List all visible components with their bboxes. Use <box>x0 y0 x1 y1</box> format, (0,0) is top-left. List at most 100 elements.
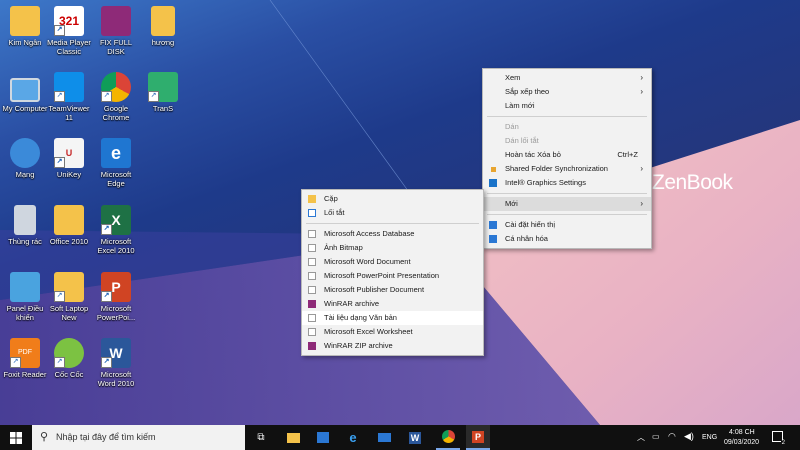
media-player-icon: 321 ↗ <box>54 6 84 36</box>
submenu-item-winrar-zip[interactable]: WinRAR ZIP archive <box>302 339 483 353</box>
taskbar-file-explorer[interactable] <box>282 425 304 450</box>
menu-item-label: Mới <box>505 199 518 208</box>
submenu-item-shortcut[interactable]: Lối tắt <box>302 206 483 220</box>
desktop-icon-label: Mạng <box>15 170 35 179</box>
windows-logo-icon <box>10 431 22 444</box>
menu-item-shared-folder-sync[interactable]: Shared Folder Synchronization › <box>483 162 651 176</box>
edge-icon: e <box>101 138 131 168</box>
desktop-icon-powerpoint[interactable]: P ↗ Microsoft PowerPoi... <box>93 272 139 322</box>
menu-item-label: Xem <box>505 73 521 82</box>
desktop-icon-media-player[interactable]: 321 ↗ Media Player Classic <box>46 6 92 56</box>
start-button[interactable] <box>0 425 32 450</box>
folder-icon <box>151 6 175 36</box>
menu-item-label: Microsoft Access Database <box>324 229 415 238</box>
menu-item-label: Intel® Graphics Settings <box>505 178 586 187</box>
submenu-item-winrar[interactable]: WinRAR archive <box>302 297 483 311</box>
desktop-icon-label: Thùng rác <box>8 237 42 246</box>
desktop-icon-huong[interactable]: hương <box>140 6 186 47</box>
network-icon <box>10 138 40 168</box>
submenu-item-folder[interactable]: Cặp <box>302 192 483 206</box>
desktop-icon-trans[interactable]: ↗ TranS <box>140 72 186 113</box>
winrar-icon <box>308 300 316 308</box>
menu-item-label: Cá nhân hóa <box>505 234 548 243</box>
desktop-icon-label: Microsoft Excel 2010 <box>97 237 135 255</box>
desktop-icon-teamviewer[interactable]: ↗ TeamViewer 11 <box>46 72 92 122</box>
menu-item-personalize[interactable]: Cá nhân hóa <box>483 232 651 246</box>
personalize-icon <box>489 235 497 243</box>
menu-item-label: Làm mới <box>505 101 535 110</box>
taskbar: ⚲ Nhập tại đây để tìm kiếm ⧉ e W P ︿ ▭ ◠… <box>0 425 800 450</box>
taskbar-word[interactable]: W <box>404 425 426 450</box>
desktop-icon-mang[interactable]: Mạng <box>2 138 48 179</box>
desktop-icon-chrome[interactable]: ↗ Google Chrome <box>93 72 139 122</box>
desktop-icon-my-computer[interactable]: My Computer <box>2 72 48 113</box>
desktop-icon-fix-full-disk[interactable]: FIX FULL DISK <box>93 6 139 56</box>
trans-icon: ↗ <box>148 72 178 102</box>
desktop-icon-recycle-bin[interactable]: Thùng rác <box>2 205 48 246</box>
desktop-icon-excel[interactable]: X ↗ Microsoft Excel 2010 <box>93 205 139 255</box>
desktop-icon-office-2010[interactable]: Office 2010 <box>46 205 92 246</box>
desktop-icon-soft-laptop[interactable]: ↗ Soft Laptop New <box>46 272 92 322</box>
menu-item-label: Sắp xếp theo <box>505 87 550 96</box>
publisher-icon <box>308 286 316 294</box>
desktop-icon-word[interactable]: W ↗ Microsoft Word 2010 <box>93 338 139 388</box>
excel-icon: X ↗ <box>101 205 131 235</box>
taskbar-store[interactable] <box>312 425 334 450</box>
sync-icon <box>491 167 496 172</box>
desktop-icon-coccoc[interactable]: ↗ Cốc Cốc <box>46 338 92 379</box>
desktop-icon-label: Kim Ngân <box>8 38 42 47</box>
submenu-item-text-doc[interactable]: Tài liệu dạng Văn bản <box>302 311 483 325</box>
taskbar-chrome[interactable] <box>436 425 460 450</box>
submenu-item-powerpoint-doc[interactable]: Microsoft PowerPoint Presentation <box>302 269 483 283</box>
menu-item-intel-graphics[interactable]: Intel® Graphics Settings <box>483 176 651 190</box>
word-icon: W <box>409 431 421 444</box>
menu-item-undo-delete[interactable]: Hoàn tác Xóa bỏ Ctrl+Z <box>483 148 651 162</box>
chevron-right-icon: › <box>640 199 643 208</box>
clock-time[interactable]: 4:08 CH <box>729 429 755 436</box>
desktop-icon-kim-ngan[interactable]: Kim Ngân <box>2 6 48 47</box>
taskbar-edge[interactable]: e <box>342 425 364 450</box>
desktop-icon-label: TeamViewer 11 <box>48 104 90 122</box>
task-view-button[interactable]: ⧉ <box>250 425 272 450</box>
winrar-zip-icon <box>308 342 316 350</box>
desktop-icon-control-panel[interactable]: Panel Điều khiển <box>2 272 48 322</box>
submenu-item-publisher-doc[interactable]: Microsoft Publisher Document <box>302 283 483 297</box>
desktop-icon-label: Office 2010 <box>49 237 89 246</box>
desktop-icon-unikey[interactable]: U ↗ UniKey <box>46 138 92 179</box>
desktop-icon-label: FIX FULL DISK <box>99 38 133 56</box>
menu-separator <box>306 223 479 224</box>
desktop-icon-label: TranS <box>152 104 174 113</box>
search-box[interactable]: ⚲ Nhập tại đây để tìm kiếm <box>32 425 245 450</box>
menu-item-sort-by[interactable]: Sắp xếp theo › <box>483 85 651 99</box>
network-icon[interactable]: ◠ <box>668 431 676 442</box>
menu-item-label: Microsoft Publisher Document <box>324 285 425 294</box>
control-panel-icon <box>10 272 40 302</box>
volume-icon[interactable]: ◀) <box>684 431 694 442</box>
menu-separator <box>487 214 647 215</box>
taskbar-powerpoint[interactable]: P <box>466 425 490 450</box>
submenu-item-access-db[interactable]: Microsoft Access Database <box>302 227 483 241</box>
menu-item-view[interactable]: Xem › <box>483 71 651 85</box>
menu-item-label: Microsoft Word Document <box>324 257 411 266</box>
unikey-icon: U ↗ <box>54 138 84 168</box>
folder-icon <box>54 205 84 235</box>
menu-item-label: Shared Folder Synchronization <box>505 164 608 173</box>
notification-center-icon[interactable]: 2 <box>772 431 786 446</box>
submenu-item-excel-doc[interactable]: Microsoft Excel Worksheet <box>302 325 483 339</box>
language-indicator[interactable]: ENG <box>702 434 717 441</box>
desktop[interactable]: ZenBook Kim Ngân My Computer Mạng Thùng … <box>0 0 800 425</box>
file-explorer-icon <box>286 432 300 443</box>
desktop-icon-edge[interactable]: e Microsoft Edge <box>93 138 139 188</box>
menu-item-refresh[interactable]: Làm mới <box>483 99 651 113</box>
submenu-item-word-doc[interactable]: Microsoft Word Document <box>302 255 483 269</box>
show-hidden-icons-chevron-up-icon[interactable]: ︿ <box>637 432 645 443</box>
menu-item-new[interactable]: Mới › <box>483 197 651 211</box>
clock-date[interactable]: 09/03/2020 <box>724 439 759 446</box>
menu-item-display-settings[interactable]: Cài đặt hiển thị <box>483 218 651 232</box>
submenu-item-bitmap[interactable]: Ảnh Bitmap <box>302 241 483 255</box>
taskbar-mail[interactable] <box>373 425 395 450</box>
battery-icon[interactable]: ▭ <box>652 432 660 441</box>
chevron-right-icon: › <box>640 73 643 82</box>
search-icon: ⚲ <box>40 431 49 443</box>
desktop-icon-foxit[interactable]: PDF ↗ Foxit Reader <box>2 338 48 379</box>
